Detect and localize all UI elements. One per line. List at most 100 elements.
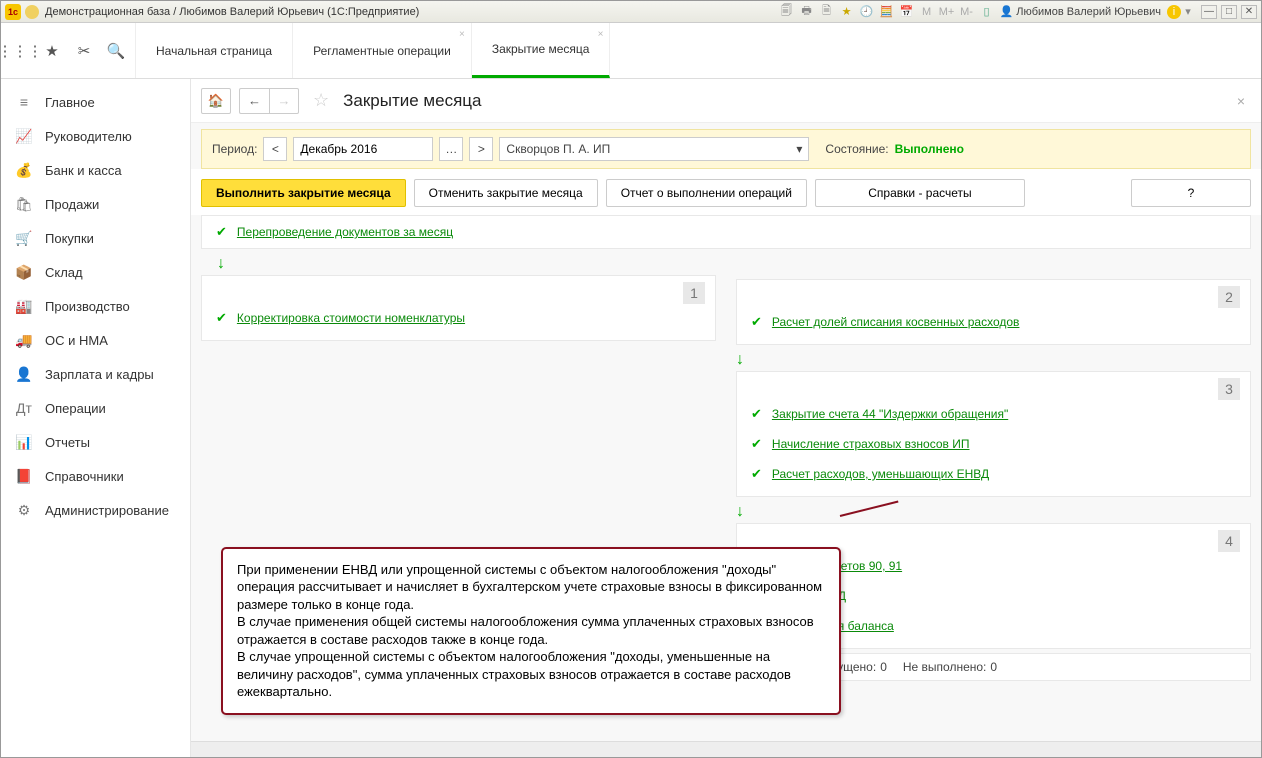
sidebar-item-manager[interactable]: 📈Руководителю: [1, 119, 190, 153]
block-3: 3 ✔Закрытие счета 44 "Издержки обращения…: [736, 371, 1251, 497]
cart-icon: 🛒: [15, 230, 33, 247]
arrow-down-icon: ↓: [217, 255, 1251, 273]
minimize-button[interactable]: —: [1201, 5, 1217, 19]
back-button[interactable]: ←: [239, 88, 269, 114]
period-label: Период:: [212, 142, 257, 156]
block-number: 4: [1218, 530, 1240, 552]
app-logo-icon: 1c: [5, 4, 21, 20]
sidebar-item-references[interactable]: 📕Справочники: [1, 459, 190, 493]
book-icon: 📕: [15, 468, 33, 485]
user-icon: 👤: [1000, 5, 1014, 18]
repost-row: ✔ Перепроведение документов за месяц: [201, 215, 1251, 249]
tab-regulated-ops[interactable]: Регламентные операции×: [293, 23, 472, 78]
op-link-insurance[interactable]: Начисление страховых взносов ИП: [772, 437, 970, 451]
sidebar-item-admin[interactable]: ⚙Администрирование: [1, 493, 190, 527]
calc-button[interactable]: Справки - расчеты: [815, 179, 1025, 207]
content-area: ✔ Перепроведение документов за месяц ↓ 1…: [191, 215, 1261, 741]
check-icon: ✔: [751, 436, 762, 452]
user-info[interactable]: 👤 Любимов Валерий Юрьевич: [1000, 5, 1161, 18]
run-close-button[interactable]: Выполнить закрытие месяца: [201, 179, 406, 207]
state-value: Выполнено: [895, 142, 964, 156]
forward-button[interactable]: →: [269, 88, 299, 114]
sidebar-item-production[interactable]: 🏭Производство: [1, 289, 190, 323]
info-icon[interactable]: i: [1167, 5, 1181, 19]
user-name: Любимов Валерий Юрьевич: [1016, 6, 1161, 18]
op-link[interactable]: Расчет расходов, уменьшающих ЕНВД: [772, 467, 989, 481]
op-link[interactable]: Закрытие счета 44 "Издержки обращения": [772, 407, 1008, 421]
check-icon: ✔: [751, 466, 762, 482]
bag-icon: 🛍: [15, 196, 33, 213]
copy-icon[interactable]: 🗎: [820, 5, 834, 19]
favorite-icon[interactable]: ★: [840, 5, 854, 19]
titlebar: 1c Демонстрационная база / Любимов Валер…: [1, 1, 1261, 23]
callout-text: При применении ЕНВД или упрощенной систе…: [237, 561, 825, 701]
period-input[interactable]: [293, 137, 433, 161]
sidebar-item-bank[interactable]: 💰Банк и касса: [1, 153, 190, 187]
menu-icon: ≡: [15, 94, 33, 110]
close-window-button[interactable]: ✕: [1241, 5, 1257, 19]
sidebar-item-main[interactable]: ≡Главное: [1, 85, 190, 119]
arrow-down-icon: ↓: [736, 351, 1251, 369]
sidebar: ≡Главное 📈Руководителю 💰Банк и касса 🛍Пр…: [1, 79, 191, 757]
person-icon: 👤: [15, 366, 33, 383]
mminus-button[interactable]: M-: [960, 5, 974, 19]
report-button[interactable]: Отчет о выполнении операций: [606, 179, 807, 207]
tab-month-close[interactable]: Закрытие месяца×: [472, 23, 611, 78]
truck-icon: 🚚: [15, 332, 33, 349]
sidebar-item-stock[interactable]: 📦Склад: [1, 255, 190, 289]
tab-home[interactable]: Начальная страница: [136, 23, 293, 78]
sidebar-item-hr[interactable]: 👤Зарплата и кадры: [1, 357, 190, 391]
cancel-close-button[interactable]: Отменить закрытие месяца: [414, 179, 598, 207]
m-button[interactable]: M: [920, 5, 934, 19]
block-number: 1: [683, 282, 705, 304]
org-select[interactable]: Скворцов П. А. ИП▾: [499, 137, 809, 161]
sidebar-item-sales[interactable]: 🛍Продажи: [1, 187, 190, 221]
sidebar-item-operations[interactable]: ДтОперации: [1, 391, 190, 425]
clip-icon[interactable]: ✂: [75, 42, 93, 60]
sidebar-item-purchases[interactable]: 🛒Покупки: [1, 221, 190, 255]
gear-icon: ⚙: [15, 502, 33, 519]
block-number: 2: [1218, 286, 1240, 308]
period-prev-button[interactable]: <: [263, 137, 287, 161]
panel-icon[interactable]: ▯: [980, 5, 994, 19]
sidebar-item-reports[interactable]: 📊Отчеты: [1, 425, 190, 459]
period-more-button[interactable]: …: [439, 137, 463, 161]
period-next-button[interactable]: >: [469, 137, 493, 161]
op-link[interactable]: Корректировка стоимости номенклатуры: [237, 311, 465, 325]
op-link[interactable]: Расчет долей списания косвенных расходов: [772, 315, 1020, 329]
home-button[interactable]: 🏠: [201, 88, 231, 114]
history-icon[interactable]: 🕘: [860, 5, 874, 19]
apps-icon[interactable]: ⋮⋮⋮: [11, 42, 29, 60]
close-icon[interactable]: ×: [598, 29, 604, 40]
block-2: 2 ✔ Расчет долей списания косвенных расхо…: [736, 279, 1251, 345]
window-title: Демонстрационная база / Любимов Валерий …: [45, 6, 419, 18]
dropdown-icon[interactable]: [25, 5, 39, 19]
page-title: Закрытие месяца: [343, 91, 481, 111]
close-icon[interactable]: ×: [459, 29, 465, 40]
print-icon[interactable]: 🖶: [800, 5, 814, 19]
chevron-down-icon: ▾: [796, 142, 802, 156]
factory-icon: 🏭: [15, 298, 33, 315]
horizontal-scrollbar[interactable]: [191, 741, 1261, 757]
dropdown2-icon[interactable]: ▾: [1181, 5, 1195, 19]
check-icon: ✔: [751, 406, 762, 422]
check-icon: ✔: [216, 224, 227, 240]
close-page-button[interactable]: ×: [1237, 93, 1251, 109]
callout-tooltip: При применении ЕНВД или упрощенной систе…: [221, 547, 841, 715]
sidebar-item-assets[interactable]: 🚚ОС и НМА: [1, 323, 190, 357]
period-bar: Период: < … > Скворцов П. А. ИП▾ Состоян…: [201, 129, 1251, 169]
repost-link[interactable]: Перепроведение документов за месяц: [237, 225, 453, 239]
calendar-icon[interactable]: 📅: [900, 5, 914, 19]
calc-icon[interactable]: 🧮: [880, 5, 894, 19]
search-icon[interactable]: 🔍: [107, 42, 125, 60]
star-icon[interactable]: ★: [43, 42, 61, 60]
box-icon: 📦: [15, 264, 33, 281]
mplus-button[interactable]: M+: [940, 5, 954, 19]
maximize-button[interactable]: □: [1221, 5, 1237, 19]
barchart-icon: 📊: [15, 434, 33, 451]
action-bar: Выполнить закрытие месяца Отменить закры…: [191, 169, 1261, 215]
check-icon: ✔: [751, 314, 762, 330]
tool-icon[interactable]: 🗐: [780, 5, 794, 19]
help-button[interactable]: ?: [1131, 179, 1251, 207]
favorite-star-icon[interactable]: ☆: [313, 90, 329, 111]
